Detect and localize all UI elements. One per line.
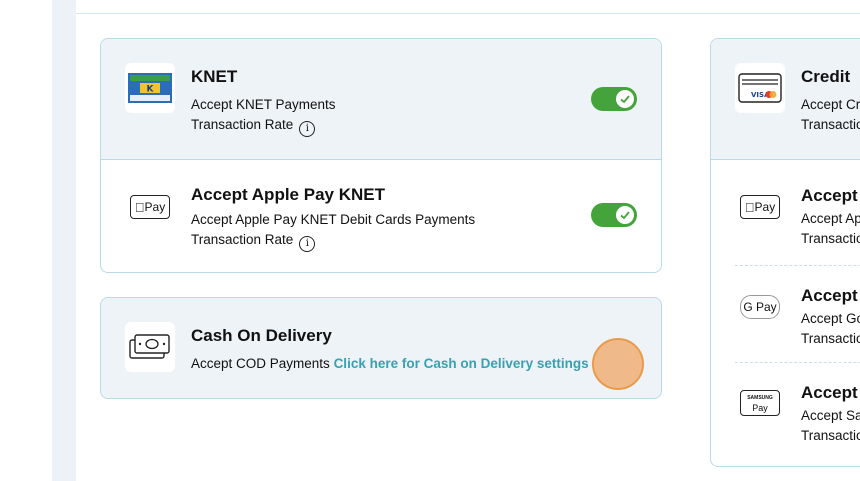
apple-pay-knet-rate: Transaction Rate i [191, 232, 316, 252]
knet-rate-label: Transaction Rate [191, 117, 294, 132]
info-icon[interactable]: i [299, 121, 316, 137]
apple-pay-icon: Pay [735, 182, 785, 232]
credit-apple-pay-description: Accept Ap [801, 211, 860, 226]
left-sidebar-strip [52, 0, 76, 481]
apple-pay-badge-text: Pay [749, 200, 776, 214]
google-pay-icon: G Pay [735, 282, 785, 332]
credit-rate: Transactio [801, 117, 860, 132]
credit-google-pay-row: G Pay Accept Accept Go Transactio [711, 266, 860, 363]
top-divider [76, 13, 860, 14]
knet-row: K KNET Accept KNET Payments Transaction … [101, 39, 661, 160]
knet-logo-icon: K [125, 63, 175, 113]
cod-description: Accept COD Payments [191, 356, 330, 371]
credit-apple-pay-title: Accept A [801, 186, 860, 205]
apple-pay-knet-toggle[interactable] [591, 203, 637, 227]
check-icon [616, 206, 634, 224]
credit-apple-pay-row: Pay Accept A Accept Ap Transactio [711, 160, 860, 257]
credit-payment-card: VISA Credit Accept Cr Transactio Pay Ac… [710, 38, 860, 467]
apple-pay-badge-text: Pay [139, 200, 166, 214]
credit-google-pay-description: Accept Go [801, 311, 860, 326]
credit-row: VISA Credit Accept Cr Transactio [711, 39, 860, 160]
credit-apple-pay-rate: Transactio [801, 231, 860, 246]
credit-samsung-pay-description: Accept Sa [801, 408, 860, 423]
cod-description-line: Accept COD Payments Click here for Cash … [191, 356, 589, 371]
svg-text:K: K [147, 85, 155, 95]
cash-icon [125, 322, 175, 372]
samsung-badge-top: SAMSUNG [747, 395, 773, 401]
apple-pay-knet-title: Accept Apple Pay KNET [191, 185, 385, 204]
info-icon[interactable]: i [299, 236, 316, 252]
cod-payment-card: Cash On Delivery Accept COD Payments Cli… [100, 297, 662, 399]
samsung-pay-icon: SAMSUNG Pay [735, 378, 785, 428]
cursor-indicator [592, 338, 644, 390]
credit-google-pay-rate: Transactio [801, 331, 860, 346]
cod-settings-link[interactable]: Click here for Cash on Delivery settings [334, 356, 589, 371]
samsung-badge-bottom: Pay [752, 403, 768, 413]
knet-rate: Transaction Rate i [191, 117, 316, 137]
knet-description: Accept KNET Payments [191, 97, 336, 112]
google-pay-badge-text: G Pay [740, 295, 780, 319]
credit-title: Credit [801, 67, 851, 86]
credit-card-icon: VISA [735, 63, 785, 113]
credit-description: Accept Cr [801, 97, 860, 112]
credit-samsung-pay-title: Accept S [801, 383, 860, 402]
check-icon [616, 90, 634, 108]
credit-google-pay-title: Accept [801, 286, 858, 305]
apple-pay-knet-description: Accept Apple Pay KNET Debit Cards Paymen… [191, 212, 476, 227]
credit-samsung-pay-rate: Transactio [801, 428, 860, 443]
knet-title: KNET [191, 67, 238, 86]
credit-samsung-pay-row: SAMSUNG Pay Accept S Accept Sa Transacti… [711, 363, 860, 463]
cod-title: Cash On Delivery [191, 326, 332, 345]
knet-toggle[interactable] [591, 87, 637, 111]
apple-pay-knet-rate-label: Transaction Rate [191, 232, 294, 247]
apple-pay-icon: Pay [125, 182, 175, 232]
apple-pay-knet-row: Pay Accept Apple Pay KNET Accept Apple … [101, 160, 661, 272]
knet-payment-card: K KNET Accept KNET Payments Transaction … [100, 38, 662, 273]
